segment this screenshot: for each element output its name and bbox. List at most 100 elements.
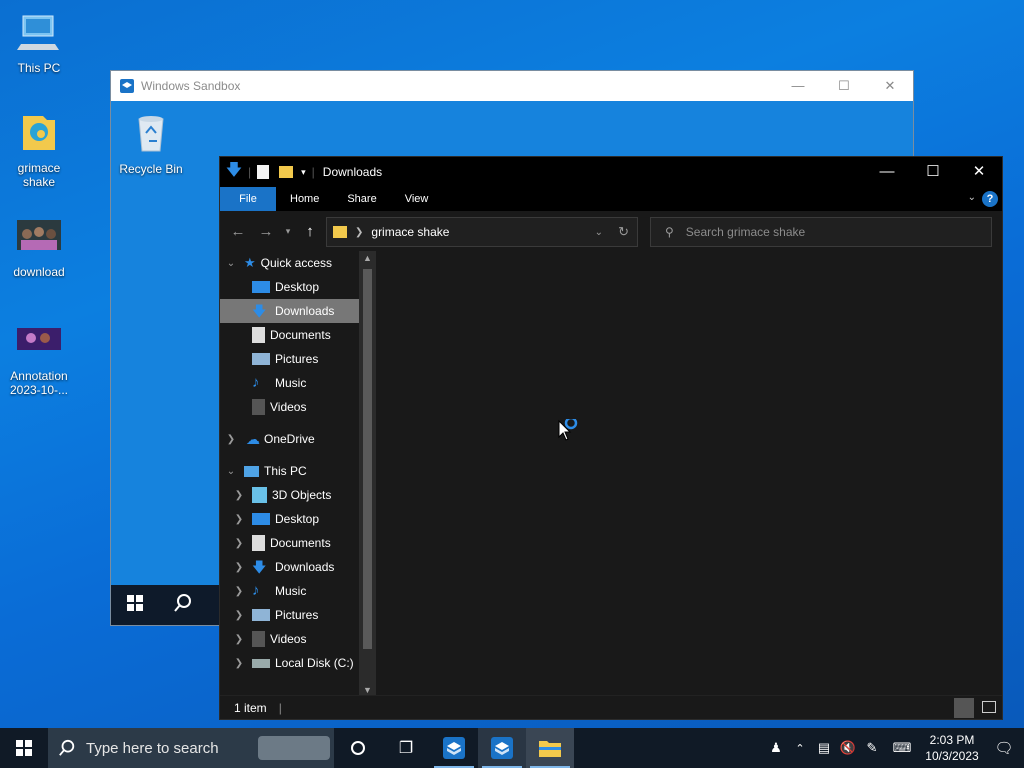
nav-label: Desktop <box>275 512 320 526</box>
nav-this-pc[interactable]: ⌄ This PC <box>220 459 376 483</box>
windows-logo-icon <box>127 594 143 611</box>
chevron-right-icon[interactable]: ❯ <box>224 434 238 445</box>
chevron-down-icon[interactable]: ⌄ <box>224 466 238 477</box>
sandbox-taskbar <box>111 585 223 625</box>
nav-scrollbar[interactable]: ▲ ▼ <box>359 251 376 697</box>
chevron-right-icon[interactable]: ❯ <box>232 634 246 645</box>
quick-access-toolbar-dropdown-icon[interactable]: ▾ <box>301 167 306 178</box>
notification-icon[interactable]: 🗨 <box>984 739 1024 757</box>
desktop-icon-download[interactable]: download <box>1 214 77 279</box>
properties-icon[interactable] <box>257 165 270 179</box>
cortana-button[interactable] <box>334 728 382 768</box>
nav-pc-downloads[interactable]: ❯ 🡇 Downloads <box>220 555 376 579</box>
clock[interactable]: 2:03 PM 10/3/2023 <box>920 732 984 764</box>
volume-muted-icon[interactable]: 🔇 <box>836 740 860 756</box>
pen-icon[interactable]: ✎ <box>860 740 884 756</box>
maximize-button[interactable]: ☐ <box>821 71 867 101</box>
desktop-icon-grimace-shake[interactable]: grimace shake <box>1 110 77 189</box>
nav-quick-desktop[interactable]: Desktop 📌 <box>220 275 376 299</box>
chevron-right-icon[interactable]: ❯ <box>232 490 246 501</box>
nav-quick-videos[interactable]: Videos <box>220 395 376 419</box>
refresh-icon[interactable]: ↻ <box>618 224 629 240</box>
nav-onedrive[interactable]: ❯ ☁ OneDrive <box>220 427 376 451</box>
start-button[interactable] <box>0 728 48 768</box>
keyboard-icon[interactable]: ⌨ <box>884 740 920 756</box>
tab-share[interactable]: Share <box>333 187 390 211</box>
back-button[interactable]: ← <box>224 223 252 240</box>
recycle-bin-icon <box>138 116 164 152</box>
minimize-button[interactable]: — <box>775 71 821 101</box>
breadcrumb-chevron-icon[interactable]: ❯ <box>355 227 363 238</box>
cube-icon <box>252 487 267 503</box>
nav-quick-access[interactable]: ⌄ ★ Quick access <box>220 251 376 275</box>
details-view-icon[interactable] <box>954 698 974 718</box>
file-list-area[interactable] <box>377 251 1002 697</box>
chevron-right-icon[interactable]: ❯ <box>232 658 246 669</box>
taskbar-file-explorer[interactable] <box>526 728 574 768</box>
desktop-icon-annotation[interactable]: Annotation 2023-10-... <box>1 318 77 397</box>
chevron-down-icon[interactable]: ⌄ <box>224 258 238 269</box>
scrollbar-thumb[interactable] <box>363 269 372 649</box>
status-separator: | <box>278 700 282 715</box>
taskbar-search-input[interactable]: Type here to search <box>48 728 334 768</box>
search-highlight-image-icon[interactable] <box>258 736 330 760</box>
recycle-bin-icon-item[interactable]: Recycle Bin <box>113 111 189 176</box>
nav-pc-desktop[interactable]: ❯ Desktop <box>220 507 376 531</box>
people-icon[interactable]: ♟ <box>764 740 788 756</box>
scroll-down-icon[interactable]: ▼ <box>363 685 372 695</box>
minimize-button[interactable]: — <box>864 157 910 187</box>
nav-pc-music[interactable]: ❯ ♪ Music <box>220 579 376 603</box>
forward-button[interactable]: → <box>252 223 280 240</box>
close-button[interactable]: ✕ <box>867 71 913 101</box>
tab-home[interactable]: Home <box>276 187 333 211</box>
chevron-right-icon[interactable]: ❯ <box>232 562 246 573</box>
chevron-right-icon[interactable]: ❯ <box>232 610 246 621</box>
taskbar-sandbox-app-2[interactable] <box>478 728 526 768</box>
large-icons-view-icon[interactable] <box>982 701 996 713</box>
sandbox-search-button[interactable] <box>159 593 207 618</box>
tab-file[interactable]: File <box>220 187 276 211</box>
tab-view[interactable]: View <box>391 187 443 211</box>
chevron-right-icon[interactable]: ❯ <box>232 514 246 525</box>
nav-pc-3d-objects[interactable]: ❯ 3D Objects <box>220 483 376 507</box>
nav-label: Videos <box>270 400 307 414</box>
music-note-icon: ♪ <box>252 582 260 599</box>
nav-quick-documents[interactable]: Documents 📌 <box>220 323 376 347</box>
chevron-right-icon[interactable]: ❯ <box>232 538 246 549</box>
pictures-icon <box>252 353 270 365</box>
help-icon[interactable]: ? <box>982 191 998 207</box>
address-row: ← → ▾ ↑ ❯ grimace shake ⌄ ↻ ⚲ Search gri… <box>220 211 1002 251</box>
address-dropdown-icon[interactable]: ⌄ <box>595 227 603 238</box>
nav-label: Local Disk (C:) <box>275 656 354 670</box>
computer-icon <box>17 15 59 50</box>
star-icon: ★ <box>244 255 256 270</box>
close-button[interactable]: ✕ <box>956 157 1002 187</box>
nav-pc-documents[interactable]: ❯ Documents <box>220 531 376 555</box>
nav-pc-videos[interactable]: ❯ Videos <box>220 627 376 651</box>
navigation-pane: ⌄ ★ Quick access Desktop 📌 🡇 Downloads 📌… <box>220 251 376 697</box>
nav-pc-pictures[interactable]: ❯ Pictures <box>220 603 376 627</box>
nav-quick-pictures[interactable]: Pictures 📌 <box>220 347 376 371</box>
recent-locations-icon[interactable]: ▾ <box>280 226 296 237</box>
network-icon[interactable]: ▤ <box>812 740 836 756</box>
scroll-up-icon[interactable]: ▲ <box>363 253 372 263</box>
search-input[interactable]: ⚲ Search grimace shake <box>650 217 992 247</box>
address-bar[interactable]: ❯ grimace shake ⌄ ↻ <box>326 217 638 247</box>
up-button[interactable]: ↑ <box>296 223 324 240</box>
desktop-icon-this-pc[interactable]: This PC <box>1 10 77 75</box>
sandbox-start-button[interactable] <box>111 594 159 616</box>
chevron-right-icon[interactable]: ❯ <box>232 586 246 597</box>
desktop-icon-label: grimace <box>17 161 61 175</box>
task-view-button[interactable]: ❐ <box>382 728 430 768</box>
address-path[interactable]: grimace shake <box>371 225 449 239</box>
maximize-button[interactable]: ☐ <box>910 157 956 187</box>
new-folder-icon[interactable] <box>279 166 294 178</box>
download-arrow-icon: 🡇 <box>225 161 243 179</box>
search-placeholder: Search grimace shake <box>685 225 806 239</box>
show-hidden-icons-icon[interactable]: ⌃ <box>788 742 812 755</box>
nav-quick-music[interactable]: ♪ Music <box>220 371 376 395</box>
nav-quick-downloads[interactable]: 🡇 Downloads 📌 <box>220 299 376 323</box>
nav-pc-local-disk[interactable]: ❯ Local Disk (C:) <box>220 651 376 675</box>
taskbar-sandbox-app-1[interactable] <box>430 728 478 768</box>
expand-ribbon-icon[interactable]: ⌄ <box>968 192 976 203</box>
